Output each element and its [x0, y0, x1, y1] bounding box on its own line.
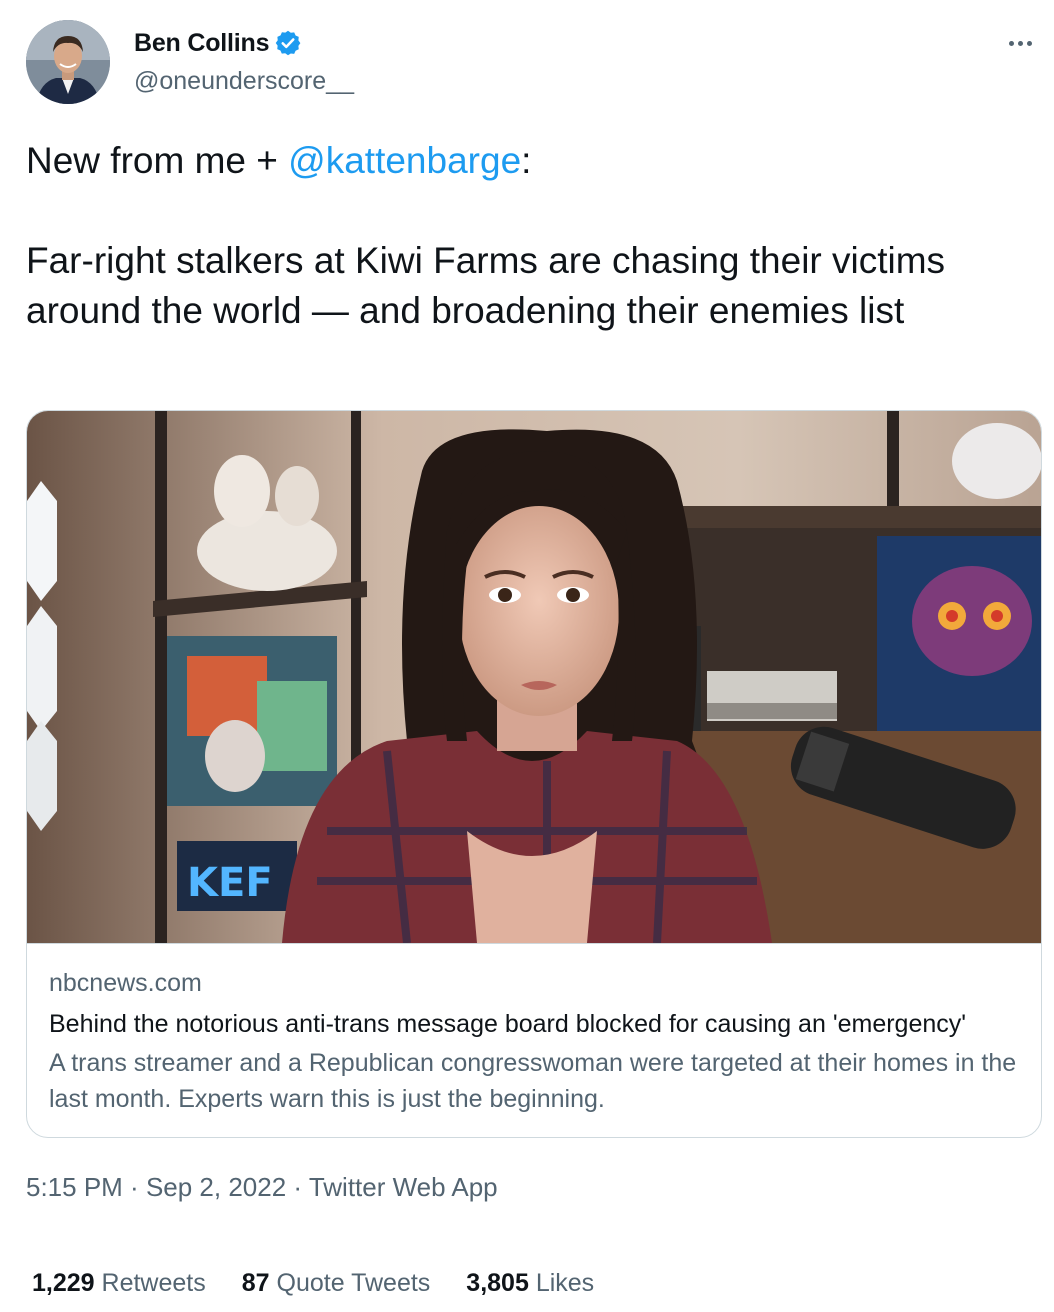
tweet-meta: 5:15 PM · Sep 2, 2022 · Twitter Web App: [26, 1170, 498, 1204]
tweet-paragraph-2: Far-right stalkers at Kiwi Farms are cha…: [26, 240, 946, 331]
card-description: A trans streamer and a Republican congre…: [49, 1049, 1017, 1113]
meta-separator: ·: [122, 1172, 146, 1202]
tweet-text-prefix: New from me +: [26, 140, 289, 181]
tweet-text: New from me + @kattenbarge: Far-right st…: [26, 136, 1026, 336]
meta-separator-2: ·: [286, 1172, 309, 1202]
article-thumbnail-photo[interactable]: KEF: [27, 411, 1041, 944]
author-avatar[interactable]: [26, 20, 110, 104]
tweet-time[interactable]: 5:15 PM: [26, 1172, 123, 1202]
verified-badge-icon: [274, 29, 302, 57]
card-domain: nbcnews.com: [49, 969, 202, 997]
quote-tweets-stat[interactable]: 87 Quote Tweets: [242, 1266, 431, 1300]
tweet-text-suffix: :: [521, 140, 532, 181]
retweets-stat[interactable]: 1,229 Retweets: [32, 1266, 206, 1300]
retweets-count: 1,229: [32, 1269, 95, 1297]
retweets-label: Retweets: [101, 1269, 206, 1297]
tweet-date[interactable]: Sep 2, 2022: [146, 1172, 286, 1202]
quotes-count: 87: [241, 1269, 270, 1297]
likes-stat[interactable]: 3,805 Likes: [466, 1266, 594, 1300]
more-dots-icon[interactable]: [1002, 28, 1038, 58]
avatar-photo: [26, 20, 110, 104]
tweet-line-1: New from me + @kattenbarge:: [26, 136, 1026, 186]
likes-label: Likes: [535, 1269, 595, 1297]
card-title: Behind the notorious anti-trans message …: [49, 1010, 967, 1038]
mention-link[interactable]: @kattenbarge: [288, 140, 521, 181]
link-card[interactable]: KEF nbcnews.com Behind the notorious ant…: [26, 410, 1042, 1138]
tweet-source[interactable]: Twitter Web App: [309, 1172, 498, 1202]
tweet-stats: 1,229 Retweets 87 Quote Tweets 3,805 Lik…: [32, 1266, 594, 1300]
svg-text:KEF: KEF: [187, 860, 273, 906]
author-handle[interactable]: @oneunderscore__: [134, 66, 354, 96]
author-display-name[interactable]: Ben Collins: [134, 28, 270, 58]
likes-count: 3,805: [466, 1269, 529, 1297]
quotes-label: Quote Tweets: [276, 1269, 431, 1297]
